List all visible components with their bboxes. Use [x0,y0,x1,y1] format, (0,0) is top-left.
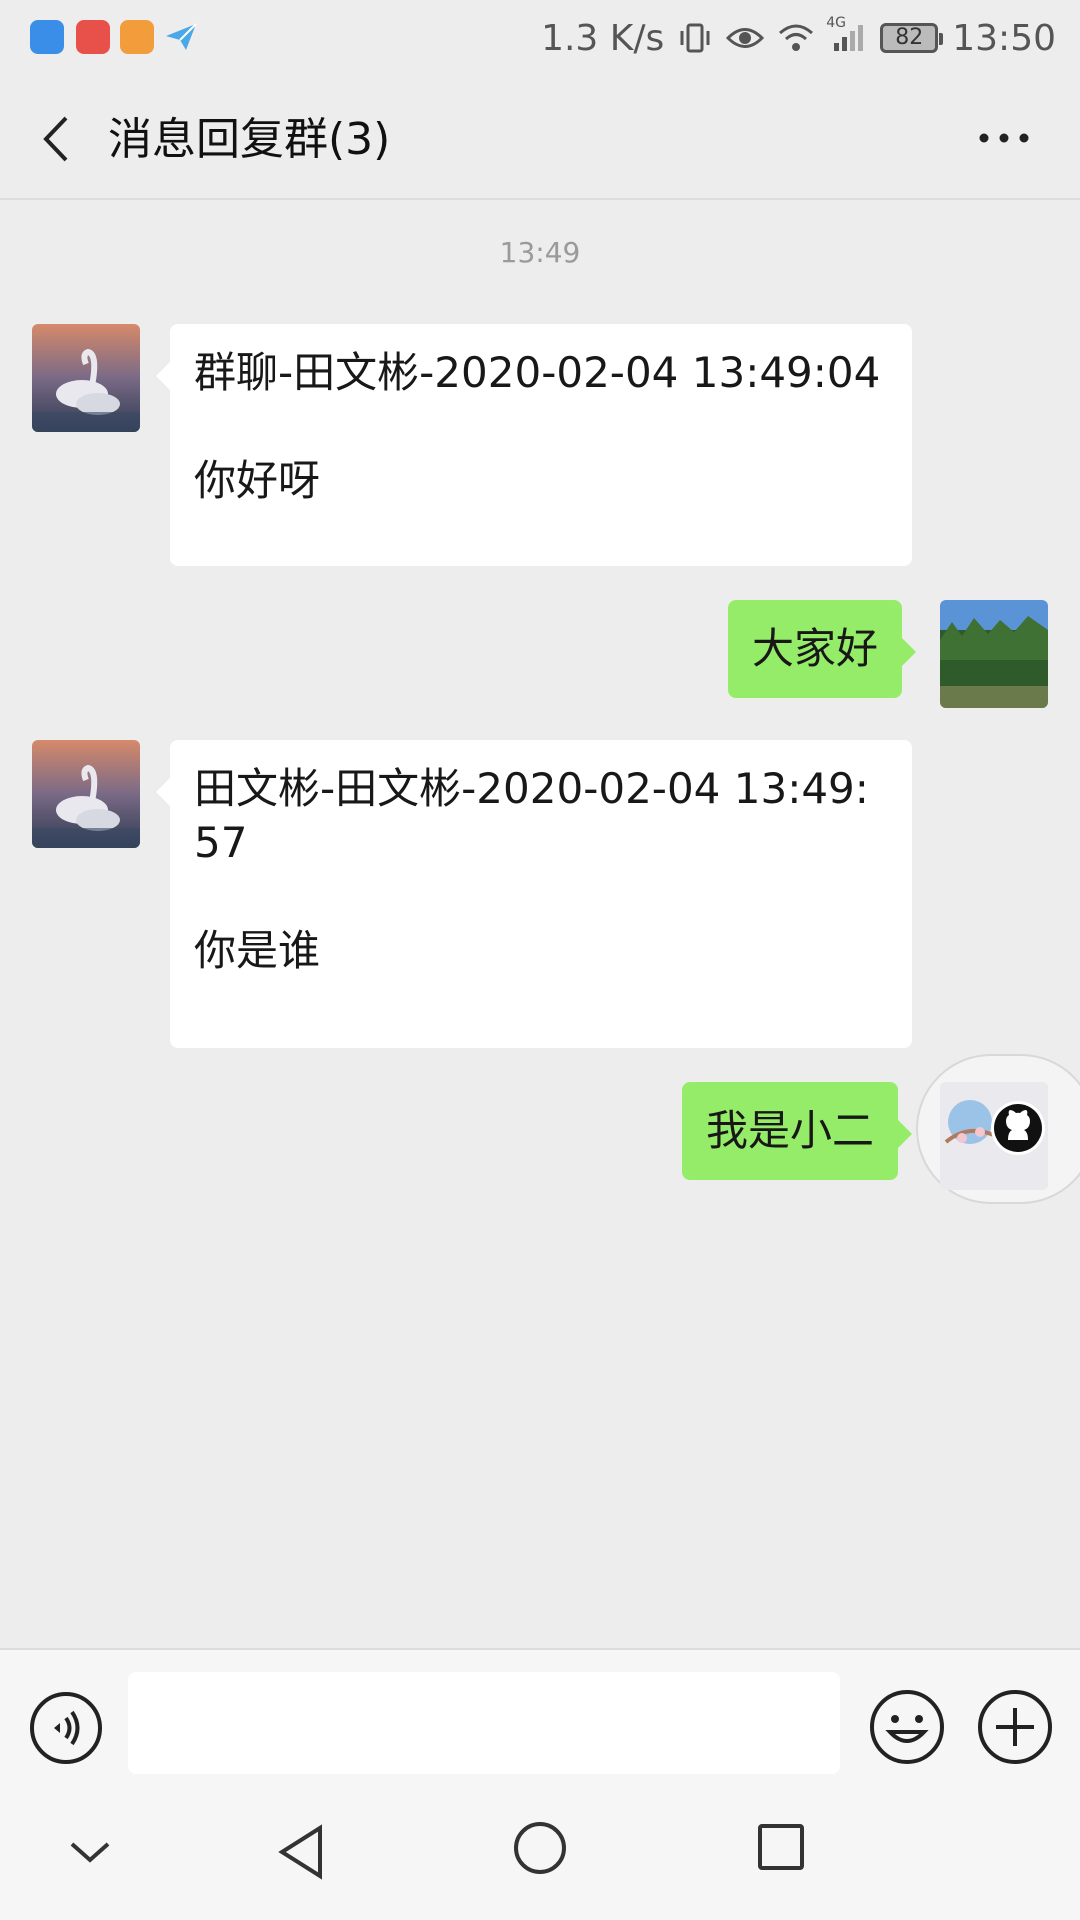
security-app-icon [30,20,64,54]
input-bar [0,1648,1080,1784]
time-separator: 13:49 [499,236,581,269]
paper-plane-icon [164,20,198,54]
video-player-icon [120,20,154,54]
forest-avatar[interactable] [940,600,1048,708]
plus-circle-icon [978,1690,1052,1764]
voice-button[interactable] [28,1690,104,1766]
voice-icon [30,1692,102,1764]
message-text: 大家好 [752,624,879,673]
message-bubble[interactable]: 群聊-田文彬-2020-02-04 13:49:04 你好呀 [156,324,912,566]
message-bubble[interactable]: 大家好 [728,600,917,698]
collapse-chevron-icon[interactable] [68,1838,112,1866]
back-button[interactable] [36,114,80,164]
status-time: 13:50 [952,17,1056,59]
signal-icon: 4G [826,15,866,53]
message-bubble[interactable]: 我是小二 [682,1082,913,1180]
github-icon[interactable] [990,1100,1046,1156]
eye-icon [726,25,765,51]
red-app-icon [76,20,110,54]
message-input[interactable] [128,1672,840,1774]
message-text: 群聊-田文彬-2020-02-04 13:49:04 你好呀 [194,348,881,505]
more-functions-button[interactable] [976,1688,1054,1766]
message-text: 我是小二 [706,1106,875,1155]
emoji-button[interactable] [868,1688,946,1766]
nav-back-icon[interactable] [276,1824,326,1880]
message-text: 田文彬-田文彬-2020-02-04 13:49:57 你是谁 [194,764,869,975]
chevron-left-icon [43,116,68,162]
status-bar: 1.3 K/s 4G 82 13:50 [0,0,1080,76]
battery-icon: 82 [880,23,944,53]
vibrate-icon [678,21,712,55]
message-bubble[interactable]: 田文彬-田文彬-2020-02-04 13:49:57 你是谁 [156,740,912,1048]
wifi-icon [778,23,814,53]
swan-avatar[interactable] [32,324,140,432]
swan-avatar[interactable] [32,740,140,848]
chat-header: 消息回复群(3) [0,76,1080,200]
nav-recents-icon[interactable] [756,1822,806,1872]
nav-home-icon[interactable] [512,1820,568,1876]
net-speed: 1.3 K/s [541,17,665,59]
chat-title: 消息回复群(3) [108,114,391,165]
system-nav-bar [0,1784,1080,1920]
smiley-icon [870,1690,944,1764]
more-dots-icon [979,133,1029,143]
more-button[interactable] [974,120,1034,156]
